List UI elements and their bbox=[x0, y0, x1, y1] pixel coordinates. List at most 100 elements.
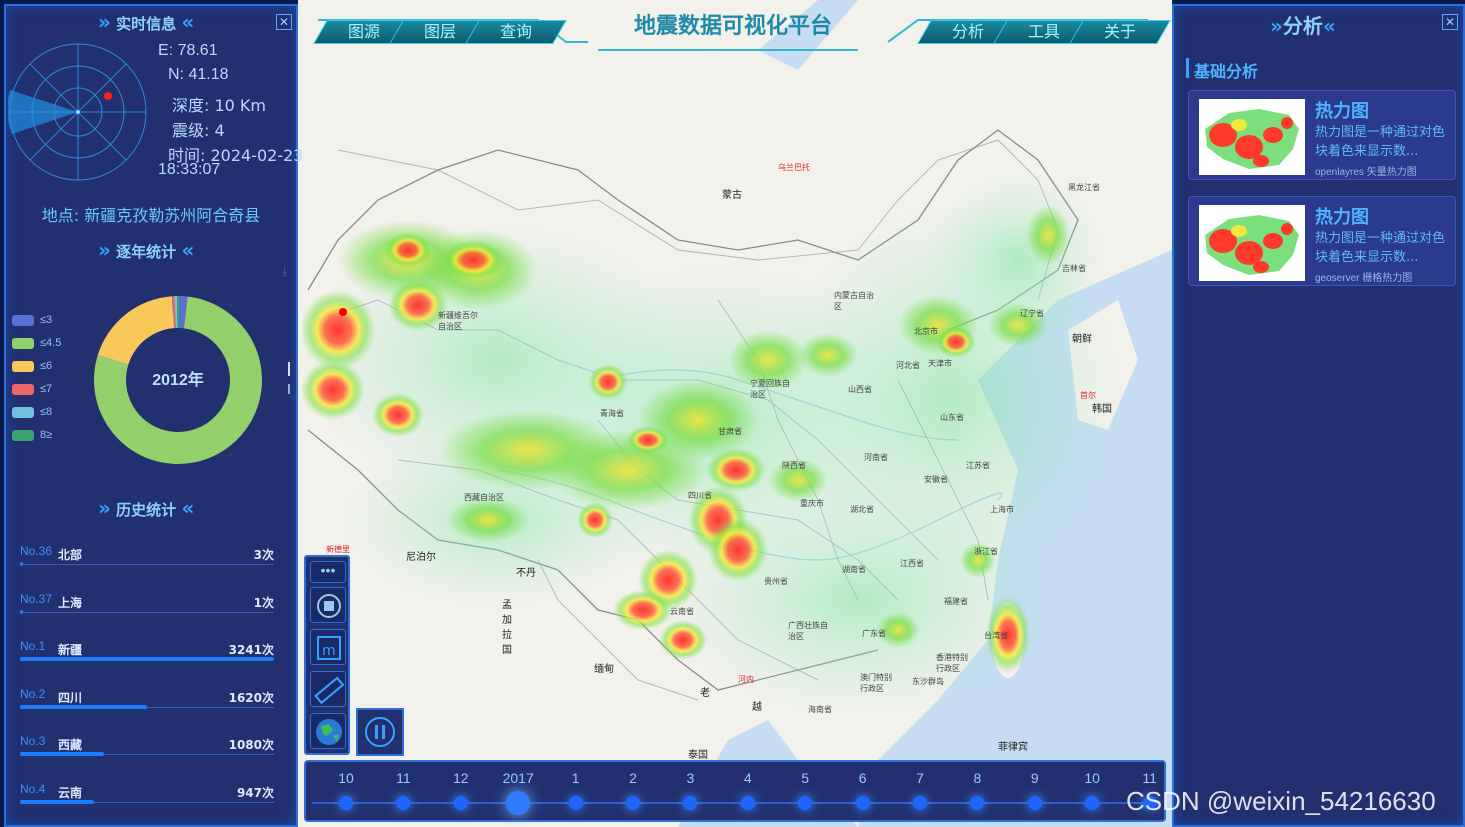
legend-label: ≤3 bbox=[40, 314, 53, 326]
timeline-label: 9 bbox=[1030, 770, 1039, 786]
map-label-hebei: 河北省 bbox=[896, 361, 920, 370]
history-row[interactable]: No.36 北部 3次 bbox=[20, 542, 274, 582]
timeline-label: 5 bbox=[801, 770, 810, 786]
timeline-node[interactable] bbox=[683, 796, 698, 810]
history-row[interactable]: No.4 云南 947次 bbox=[20, 780, 274, 820]
svg-text:m: m bbox=[322, 643, 336, 659]
map-label-henan: 河南省 bbox=[864, 453, 888, 462]
row-progress-bar bbox=[20, 657, 274, 661]
more-icon[interactable]: ••• bbox=[310, 561, 346, 583]
coord-e: E: 78.61 bbox=[158, 42, 218, 59]
timeline-node[interactable] bbox=[1085, 796, 1100, 810]
timeline-label: 10 bbox=[338, 770, 354, 786]
legend-item[interactable]: ≤3 bbox=[12, 314, 52, 326]
map-label-bhutan: 不丹 bbox=[516, 568, 536, 579]
legend-swatch bbox=[12, 429, 34, 441]
map-view[interactable]: 蒙古 乌兰巴托 黑龙江省 吉林省 辽宁省 内蒙古自治区 北京市 天津市 河北省 … bbox=[298, 0, 1172, 827]
map-label-anhui: 安徽省 bbox=[924, 475, 948, 484]
card-title: 热力图 bbox=[1315, 101, 1369, 122]
map-label-korea-north: 朝鲜 bbox=[1072, 334, 1092, 345]
row-progress-bar bbox=[20, 609, 23, 614]
legend-item[interactable]: ≤6 bbox=[12, 360, 52, 372]
history-title: » 历史统计 « bbox=[98, 496, 195, 520]
legend-item[interactable]: ≤4.5 bbox=[12, 337, 61, 349]
pause-button[interactable] bbox=[356, 708, 404, 756]
map-label-taiwan: 台湾省 bbox=[984, 631, 1008, 640]
tab-query[interactable]: 查询 bbox=[465, 20, 567, 44]
watermark: CSDN @weixin_54216630 bbox=[1126, 786, 1436, 816]
map-label-hongkong: 香港特别行政区 bbox=[936, 653, 968, 673]
timeline-node[interactable] bbox=[913, 796, 927, 810]
history-row[interactable]: No.37 上海 1次 bbox=[20, 590, 274, 630]
map-label-shandong: 山东省 bbox=[940, 413, 964, 422]
row-progress-bar bbox=[20, 562, 23, 566]
map-label-xinjiang: 新疆维吾尔自治区 bbox=[438, 311, 478, 331]
map-label-nepal: 尼泊尔 bbox=[406, 552, 436, 563]
timeline-label: 12 bbox=[453, 770, 469, 786]
close-icon[interactable]: ✕ bbox=[1442, 14, 1458, 30]
map-label-hanoi: 河内 bbox=[738, 675, 754, 684]
location-text: 地点: 新疆克孜勒苏州阿合奇县 bbox=[41, 206, 261, 225]
timeline-node[interactable] bbox=[798, 796, 813, 810]
legend-swatch bbox=[12, 383, 34, 395]
history-row[interactable]: No.2 四川 1620次 bbox=[20, 685, 274, 725]
row-region: 西藏 bbox=[58, 738, 83, 752]
map-label-yunnan: 云南省 bbox=[670, 607, 694, 616]
legend-label: ≤7 bbox=[40, 383, 53, 395]
tab-about[interactable]: 关于 bbox=[1069, 20, 1171, 44]
map-label-neimenggu: 内蒙古自治区 bbox=[834, 291, 874, 311]
map-label-macau: 澳门特别行政区 bbox=[860, 673, 892, 693]
timeline-node[interactable] bbox=[1027, 796, 1042, 810]
analysis-card-raster-heatmap[interactable]: 热力图 热力图是一种通过对色块着色来显示数... geoserver 栅格热力图 bbox=[1188, 196, 1456, 286]
globe-icon[interactable] bbox=[310, 713, 346, 749]
donut-slice[interactable] bbox=[97, 296, 175, 365]
ruler-icon[interactable] bbox=[310, 671, 346, 707]
legend-item[interactable]: 8≥ bbox=[12, 429, 52, 441]
history-row[interactable]: No.3 西藏 1080次 bbox=[20, 732, 274, 772]
row-rank: No.37 bbox=[20, 591, 53, 606]
map-label-jilin: 吉林省 bbox=[1062, 264, 1086, 273]
map-label-shanghai: 上海市 bbox=[990, 505, 1014, 514]
section-title: 基础分析 bbox=[1194, 62, 1259, 81]
download-icon[interactable]: ⤓ bbox=[282, 264, 287, 279]
timeline-node[interactable] bbox=[453, 796, 468, 810]
map-label-vietnam: 越 bbox=[752, 702, 762, 713]
timeline-node[interactable] bbox=[855, 796, 870, 810]
legend-item[interactable]: ≤8 bbox=[12, 406, 52, 418]
analysis-card-vector-heatmap[interactable]: 热力图 热力图是一种通过对色块着色来显示数... openlayres 矢量热力… bbox=[1188, 90, 1456, 180]
legend-label: ≤6 bbox=[40, 360, 53, 372]
legend-swatch bbox=[12, 314, 34, 326]
row-progress-bar bbox=[20, 704, 147, 709]
close-icon[interactable]: ✕ bbox=[276, 14, 292, 30]
measure-area-icon[interactable]: m bbox=[310, 629, 346, 665]
row-count: 1620次 bbox=[228, 690, 274, 705]
realtime-title: » 实时信息 « bbox=[98, 10, 195, 34]
timeline-node[interactable] bbox=[568, 796, 583, 810]
timeline-node[interactable] bbox=[626, 796, 640, 810]
timeline-node[interactable] bbox=[740, 796, 755, 810]
legend-swatch bbox=[12, 406, 34, 418]
draw-polygon-icon[interactable] bbox=[310, 587, 346, 623]
timeline-node[interactable] bbox=[396, 796, 411, 810]
legend-swatch bbox=[12, 337, 34, 349]
scroll-tick bbox=[288, 384, 290, 394]
row-progress-bar bbox=[20, 752, 104, 756]
map-label-tianjin: 天津市 bbox=[928, 359, 952, 368]
scroll-tick bbox=[288, 362, 290, 376]
chevron-right-icon: » bbox=[1270, 14, 1283, 38]
timeline[interactable]: 10 11 12 2017 1 2 3 4 5 6 7 8 9 10 11 bbox=[304, 760, 1166, 822]
timeline-node[interactable] bbox=[339, 796, 353, 810]
row-divider bbox=[20, 611, 274, 613]
history-row[interactable]: No.1 新疆 3241次 bbox=[20, 637, 274, 677]
map-label-beijing: 北京市 bbox=[914, 327, 938, 336]
basemap bbox=[298, 0, 1172, 827]
legend-label: 8≥ bbox=[40, 429, 53, 441]
legend-item[interactable]: ≤7 bbox=[12, 383, 52, 395]
legend-swatch bbox=[12, 360, 34, 372]
time-value-line2: 18:33:07 bbox=[158, 161, 221, 178]
yearly-title: » 逐年统计 « bbox=[98, 238, 195, 262]
timeline-node[interactable] bbox=[506, 791, 531, 815]
map-label-heilongjiang: 黑龙江省 bbox=[1068, 183, 1100, 192]
timeline-node[interactable] bbox=[970, 796, 985, 810]
coord-n: N: 41.18 bbox=[168, 66, 229, 83]
